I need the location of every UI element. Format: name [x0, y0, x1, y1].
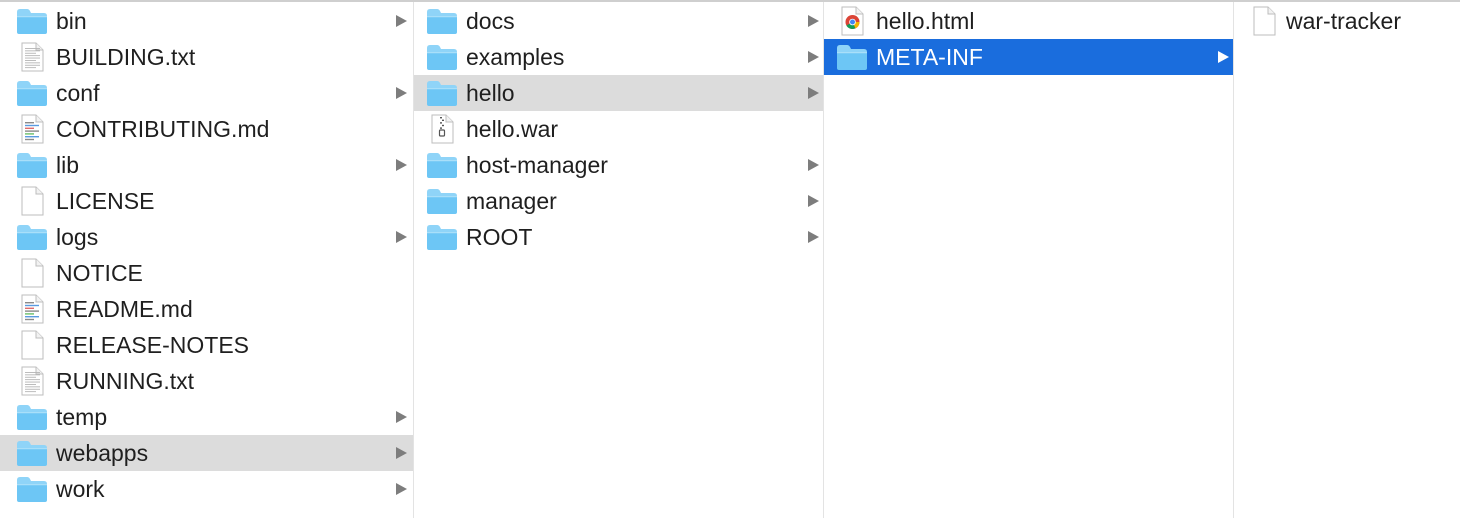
- list-item[interactable]: temp: [0, 399, 413, 435]
- item-label: NOTICE: [56, 260, 143, 286]
- item-label: BUILDING.txt: [56, 44, 196, 70]
- column-4[interactable]: war-tracker: [1234, 2, 1460, 518]
- list-item[interactable]: NOTICE: [0, 255, 413, 291]
- item-label: META-INF: [876, 44, 983, 70]
- list-item[interactable]: docs: [414, 3, 823, 39]
- column-1[interactable]: bin BUILDING.txt conf CONTRIBUTING.md lib LIC…: [0, 2, 414, 518]
- item-label: hello.war: [466, 116, 559, 142]
- list-item[interactable]: README.md: [0, 291, 413, 327]
- disclosure-arrow-icon: [808, 195, 819, 207]
- list-item[interactable]: hello.war: [414, 111, 823, 147]
- blank-file-icon: [16, 258, 48, 288]
- item-label: docs: [466, 8, 515, 34]
- item-label: examples: [466, 44, 565, 70]
- item-label: hello: [466, 80, 515, 106]
- list-item[interactable]: logs: [0, 219, 413, 255]
- folder-icon: [426, 78, 458, 108]
- item-label: LICENSE: [56, 188, 155, 214]
- list-item[interactable]: conf: [0, 75, 413, 111]
- text-file-icon: [16, 366, 48, 396]
- folder-icon: [426, 42, 458, 72]
- list-item[interactable]: ROOT: [414, 219, 823, 255]
- disclosure-arrow-icon: [808, 231, 819, 243]
- list-item[interactable]: lib: [0, 147, 413, 183]
- item-label: conf: [56, 80, 100, 106]
- disclosure-arrow-icon: [808, 15, 819, 27]
- disclosure-arrow-icon: [396, 159, 407, 171]
- folder-icon: [426, 222, 458, 252]
- list-item[interactable]: manager: [414, 183, 823, 219]
- item-label: host-manager: [466, 152, 608, 178]
- blank-file-icon: [16, 330, 48, 360]
- folder-icon: [16, 402, 48, 432]
- blank-file-icon: [16, 186, 48, 216]
- item-label: CONTRIBUTING.md: [56, 116, 270, 142]
- list-item[interactable]: war-tracker: [1234, 3, 1460, 39]
- list-item[interactable]: hello.html: [824, 3, 1233, 39]
- disclosure-arrow-icon: [396, 447, 407, 459]
- folder-icon: [16, 438, 48, 468]
- list-item[interactable]: webapps: [0, 435, 413, 471]
- item-label: temp: [56, 404, 108, 430]
- item-label: RELEASE-NOTES: [56, 332, 249, 358]
- blank-file-icon: [1248, 6, 1280, 36]
- list-item[interactable]: RELEASE-NOTES: [0, 327, 413, 363]
- list-item[interactable]: bin: [0, 3, 413, 39]
- disclosure-arrow-icon: [808, 87, 819, 99]
- item-label: webapps: [56, 440, 149, 466]
- item-label: war-tracker: [1286, 8, 1402, 34]
- markdown-file-icon: [16, 294, 48, 324]
- markdown-file-icon: [16, 114, 48, 144]
- folder-icon: [16, 78, 48, 108]
- list-item[interactable]: LICENSE: [0, 183, 413, 219]
- item-label: RUNNING.txt: [56, 368, 194, 394]
- folder-icon: [16, 150, 48, 180]
- disclosure-arrow-icon: [808, 159, 819, 171]
- item-label: work: [56, 476, 105, 502]
- folder-icon: [426, 186, 458, 216]
- list-item[interactable]: META-INF: [824, 39, 1233, 75]
- finder-column-browser: bin BUILDING.txt conf CONTRIBUTING.md lib LIC…: [0, 0, 1460, 518]
- column-2[interactable]: docs examples hello hello.war host-manager ma…: [414, 2, 824, 518]
- disclosure-arrow-icon: [396, 483, 407, 495]
- list-item[interactable]: hello: [414, 75, 823, 111]
- list-item[interactable]: RUNNING.txt: [0, 363, 413, 399]
- item-label: logs: [56, 224, 99, 250]
- folder-icon: [426, 150, 458, 180]
- disclosure-arrow-icon: [396, 87, 407, 99]
- disclosure-arrow-icon: [396, 15, 407, 27]
- list-item[interactable]: examples: [414, 39, 823, 75]
- folder-icon: [16, 474, 48, 504]
- item-label: README.md: [56, 296, 193, 322]
- text-file-icon: [16, 42, 48, 72]
- folder-icon: [836, 42, 868, 72]
- item-label: manager: [466, 188, 557, 214]
- archive-file-icon: [426, 114, 458, 144]
- list-item[interactable]: BUILDING.txt: [0, 39, 413, 75]
- item-label: hello.html: [876, 8, 975, 34]
- disclosure-arrow-icon: [808, 51, 819, 63]
- disclosure-arrow-icon: [1218, 51, 1229, 63]
- disclosure-arrow-icon: [396, 231, 407, 243]
- folder-icon: [16, 222, 48, 252]
- chrome-html-file-icon: [836, 6, 868, 36]
- folder-icon: [426, 6, 458, 36]
- item-label: ROOT: [466, 224, 533, 250]
- item-label: lib: [56, 152, 80, 178]
- disclosure-arrow-icon: [396, 411, 407, 423]
- folder-icon: [16, 6, 48, 36]
- item-label: bin: [56, 8, 87, 34]
- list-item[interactable]: CONTRIBUTING.md: [0, 111, 413, 147]
- column-3[interactable]: hello.html META-INF: [824, 2, 1234, 518]
- list-item[interactable]: host-manager: [414, 147, 823, 183]
- list-item[interactable]: work: [0, 471, 413, 507]
